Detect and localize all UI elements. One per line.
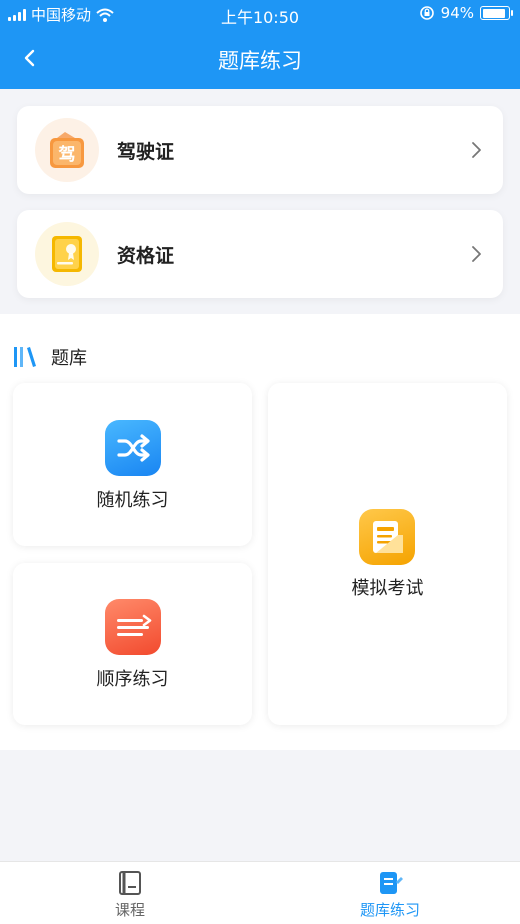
qualification-card[interactable]: 资格证 xyxy=(17,210,503,298)
mock-exam-tile[interactable]: 模拟考试 xyxy=(268,383,507,725)
chevron-right-icon xyxy=(472,142,481,158)
tab-question-bank[interactable]: 题库练习 xyxy=(260,862,520,924)
shuffle-icon xyxy=(105,420,161,476)
nav-bar: 题库练习 xyxy=(0,28,520,89)
battery-percent: 94% xyxy=(440,4,474,22)
tab-course-label: 课程 xyxy=(114,901,145,919)
random-practice-label: 随机练习 xyxy=(96,490,169,511)
section-title: 题库 xyxy=(51,348,87,369)
question-bank-icon xyxy=(380,872,403,894)
status-right: 94% xyxy=(419,4,513,22)
driver-license-label: 驾驶证 xyxy=(117,141,175,163)
tab-course[interactable]: 课程 xyxy=(0,862,260,924)
driver-license-glyph: 驾 xyxy=(59,145,76,165)
status-bar: 中国移动 上午10:50 94% xyxy=(0,0,520,28)
mock-exam-label: 模拟考试 xyxy=(351,578,424,599)
sequential-practice-label: 顺序练习 xyxy=(96,669,169,690)
driver-license-icon: 驾 xyxy=(35,118,99,182)
chevron-right-icon xyxy=(472,246,481,262)
exam-paper-icon xyxy=(359,509,415,565)
orientation-lock-icon xyxy=(419,6,434,20)
question-bank-section: 题库 随机练习 顺序练习 模拟考试 xyxy=(0,314,520,750)
certificate-icon xyxy=(35,222,99,286)
driver-license-card[interactable]: 驾 驾驶证 xyxy=(17,106,503,194)
sequence-icon xyxy=(105,599,161,655)
top-bar: 中国移动 上午10:50 94% 题库练习 xyxy=(0,0,520,89)
sequential-practice-tile[interactable]: 顺序练习 xyxy=(13,563,252,725)
random-practice-tile[interactable]: 随机练习 xyxy=(13,383,252,546)
course-book-icon xyxy=(119,871,141,895)
books-icon xyxy=(14,347,36,367)
page-title: 题库练习 xyxy=(218,49,302,73)
tab-bar: 课程 题库练习 xyxy=(0,861,520,924)
qualification-label: 资格证 xyxy=(117,245,175,267)
tab-question-bank-label: 题库练习 xyxy=(359,901,420,919)
battery-icon xyxy=(480,6,513,20)
section-header: 题库 xyxy=(13,344,87,370)
